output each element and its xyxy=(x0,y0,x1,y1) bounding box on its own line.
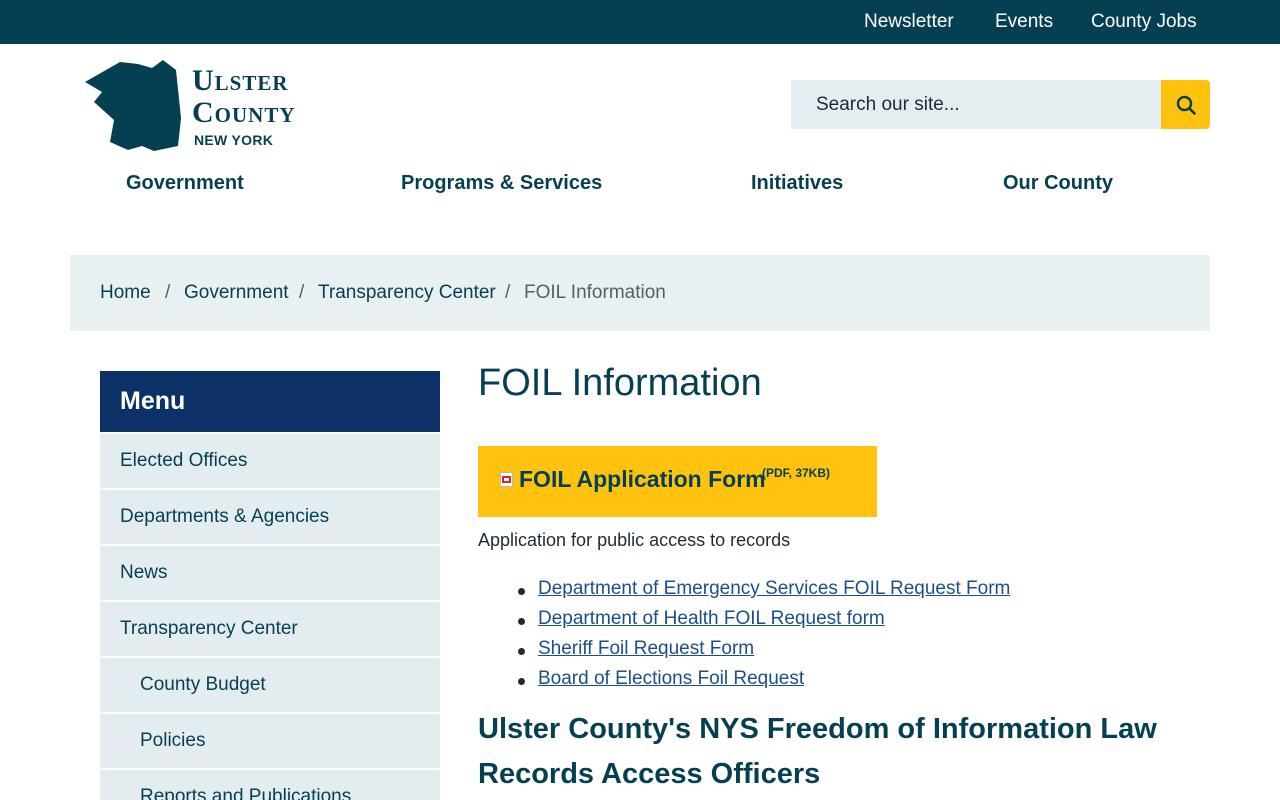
magnifier-icon xyxy=(1176,95,1196,115)
breadcrumb-home[interactable]: Home xyxy=(100,282,151,304)
utility-link-events[interactable]: Events xyxy=(995,0,1053,44)
breadcrumb-separator: / xyxy=(505,282,511,303)
list-item: Department of Health FOIL Request form xyxy=(478,608,1010,638)
breadcrumb-separator: / xyxy=(299,282,305,303)
breadcrumb-separator: / xyxy=(165,282,171,303)
breadcrumb-transparency-center[interactable]: Transparency Center xyxy=(318,282,496,304)
sidebar-item-reports-publications[interactable]: Reports and Publications xyxy=(100,770,440,800)
foil-request-links: Department of Emergency Services FOIL Re… xyxy=(478,578,1010,698)
sidebar-item-county-budget[interactable]: County Budget xyxy=(100,658,440,712)
sidebar-item-policies[interactable]: Policies xyxy=(100,714,440,768)
link-sheriff-foil[interactable]: Sheriff Foil Request Form xyxy=(538,638,754,659)
search-button[interactable] xyxy=(1161,80,1210,129)
search-input[interactable] xyxy=(791,80,1161,129)
list-item: Department of Emergency Services FOIL Re… xyxy=(478,578,1010,608)
nav-our-county[interactable]: Our County xyxy=(1003,172,1113,195)
section-heading-records-access-officers: Ulster County's NYS Freedom of Informati… xyxy=(478,713,1157,790)
nav-government[interactable]: Government xyxy=(126,172,244,195)
breadcrumb-current: FOIL Information xyxy=(524,282,666,303)
pdf-file-icon xyxy=(500,472,513,487)
utility-link-county-jobs[interactable]: County Jobs xyxy=(1091,0,1197,44)
menu-title: Menu xyxy=(100,371,440,432)
link-board-of-elections-foil[interactable]: Board of Elections Foil Request xyxy=(538,668,804,689)
sidebar-item-news[interactable]: News xyxy=(100,546,440,600)
link-emergency-services-foil[interactable]: Department of Emergency Services FOIL Re… xyxy=(538,578,1010,599)
list-item: Board of Elections Foil Request xyxy=(478,668,1010,698)
foil-description: Application for public access to records xyxy=(478,530,791,550)
utility-link-newsletter[interactable]: Newsletter xyxy=(864,0,954,44)
foil-file-meta: (PDF, 37KB) xyxy=(762,466,831,480)
nav-programs-services[interactable]: Programs & Services xyxy=(401,172,602,195)
page-title: FOIL Information xyxy=(478,362,762,404)
sidebar-item-elected-offices[interactable]: Elected Offices xyxy=(100,434,440,488)
sidebar-menu: Menu Elected Offices Departments & Agenc… xyxy=(100,371,440,800)
nav-initiatives[interactable]: Initiatives xyxy=(751,172,843,195)
breadcrumb: Home / Government / Transparency Center … xyxy=(70,255,1210,331)
list-item: Sheriff Foil Request Form xyxy=(478,638,1010,668)
foil-application-form-button[interactable]: FOIL Application Form (PDF, 37KB) xyxy=(478,446,877,517)
logo-text-ulster: Ulster xyxy=(192,64,289,97)
logo-text-county: County xyxy=(192,96,296,129)
county-map-logo-icon xyxy=(85,60,181,151)
foil-button-label: FOIL Application Form xyxy=(519,466,766,492)
utility-bar: Newsletter Events County Jobs xyxy=(0,0,1280,44)
site-logo[interactable]: Ulster County NEW YORK xyxy=(84,58,324,154)
link-health-foil[interactable]: Department of Health FOIL Request form xyxy=(538,608,885,629)
logo-text-new-york: NEW YORK xyxy=(194,132,274,148)
sidebar-item-departments-agencies[interactable]: Departments & Agencies xyxy=(100,490,440,544)
breadcrumb-government[interactable]: Government xyxy=(184,282,289,304)
sidebar-item-transparency-center[interactable]: Transparency Center xyxy=(100,602,440,656)
